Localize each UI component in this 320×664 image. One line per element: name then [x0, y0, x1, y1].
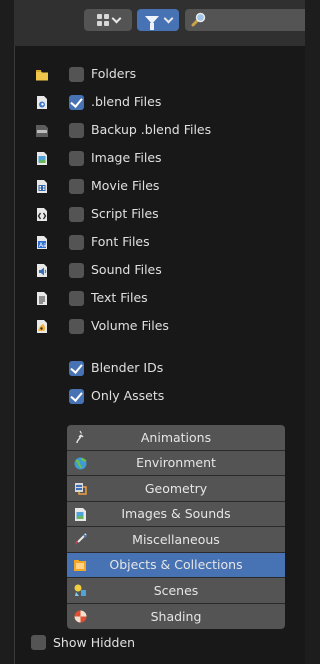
search-field[interactable] — [185, 9, 305, 31]
volume-files-label: Volume Files — [91, 318, 169, 333]
script-files-checkbox[interactable] — [69, 207, 84, 222]
folders-label: Folders — [91, 66, 137, 81]
show-hidden-label: Show Hidden — [53, 635, 136, 650]
folders-checkbox[interactable] — [69, 67, 84, 82]
blend-file-icon — [37, 96, 47, 109]
search-icon — [191, 12, 206, 27]
filter-popover: Folders .blend Files Backup .blend Files… — [14, 46, 305, 664]
asset-category-list: Animations Environment Geometry Images &… — [67, 425, 285, 629]
asset-category-miscellaneous[interactable]: Miscellaneous — [67, 527, 285, 553]
grid-view-icon — [96, 14, 109, 26]
scene-icon — [74, 584, 86, 596]
brush-icon — [75, 533, 87, 545]
asset-category-environment[interactable]: Environment — [67, 450, 285, 476]
only-assets-checkbox[interactable] — [69, 389, 84, 404]
backup-files-checkbox[interactable] — [69, 123, 84, 138]
show-hidden-checkbox[interactable] — [31, 635, 46, 650]
text-file-icon — [37, 292, 47, 305]
asset-category-label: Animations — [140, 429, 212, 445]
movie-files-label: Movie Files — [91, 178, 160, 193]
text-files-checkbox[interactable] — [69, 291, 84, 306]
display-mode-button[interactable] — [84, 9, 132, 31]
folder-icon — [36, 70, 48, 81]
image-files-label: Image Files — [91, 150, 162, 165]
asset-category-scenes[interactable]: Scenes — [67, 578, 285, 604]
font-file-icon: Aa — [37, 236, 47, 249]
sound-files-label: Sound Files — [91, 262, 162, 277]
image-file-icon — [37, 152, 47, 165]
sound-files-checkbox[interactable] — [69, 263, 84, 278]
header-corner — [0, 0, 14, 46]
movie-file-icon — [37, 180, 47, 193]
backup-files-label: Backup .blend Files — [91, 122, 212, 137]
chevron-down-icon — [163, 13, 173, 23]
file-browser-header — [0, 0, 305, 46]
asset-category-shading[interactable]: Shading — [67, 603, 285, 629]
world-icon — [74, 457, 87, 469]
asset-category-label: Geometry — [144, 480, 208, 496]
image-files-checkbox[interactable] — [69, 151, 84, 166]
funnel-icon — [144, 16, 159, 30]
asset-category-label: Scenes — [153, 582, 199, 598]
font-files-checkbox[interactable] — [69, 235, 84, 250]
backup-file-icon — [36, 125, 48, 137]
asset-category-label: Miscellaneous — [132, 531, 220, 547]
volume-files-checkbox[interactable] — [69, 319, 84, 334]
blend-files-label: .blend Files — [91, 94, 162, 109]
script-file-icon — [37, 208, 47, 221]
asset-category-label: Environment — [136, 455, 216, 471]
asset-category-label: Images & Sounds — [121, 506, 231, 522]
geometry-icon — [75, 483, 87, 495]
filter-button[interactable] — [137, 9, 179, 31]
object-collection-icon — [74, 559, 86, 571]
asset-category-label: Objects & Collections — [109, 557, 243, 573]
movie-files-checkbox[interactable] — [69, 179, 84, 194]
blender-ids-label: Blender IDs — [91, 360, 164, 375]
asset-category-geometry[interactable]: Geometry — [67, 476, 285, 502]
asset-category-animations[interactable]: Animations — [67, 425, 285, 451]
chevron-down-icon — [111, 13, 121, 23]
image-sound-icon — [75, 507, 86, 521]
asset-category-images-sounds[interactable]: Images & Sounds — [67, 501, 285, 527]
blender-ids-checkbox[interactable] — [69, 361, 84, 376]
text-files-label: Text Files — [91, 290, 148, 305]
svg-text:Aa: Aa — [39, 242, 47, 249]
font-files-label: Font Files — [91, 234, 150, 249]
script-files-label: Script Files — [91, 206, 159, 221]
animation-icon — [76, 430, 84, 444]
asset-category-label: Shading — [150, 608, 202, 624]
only-assets-label: Only Assets — [91, 388, 165, 403]
blend-files-checkbox[interactable] — [69, 95, 84, 110]
asset-category-objects-collections[interactable]: Objects & Collections — [67, 552, 285, 578]
sound-file-icon — [37, 264, 47, 277]
volume-file-icon — [37, 320, 47, 333]
shading-icon — [74, 610, 87, 622]
